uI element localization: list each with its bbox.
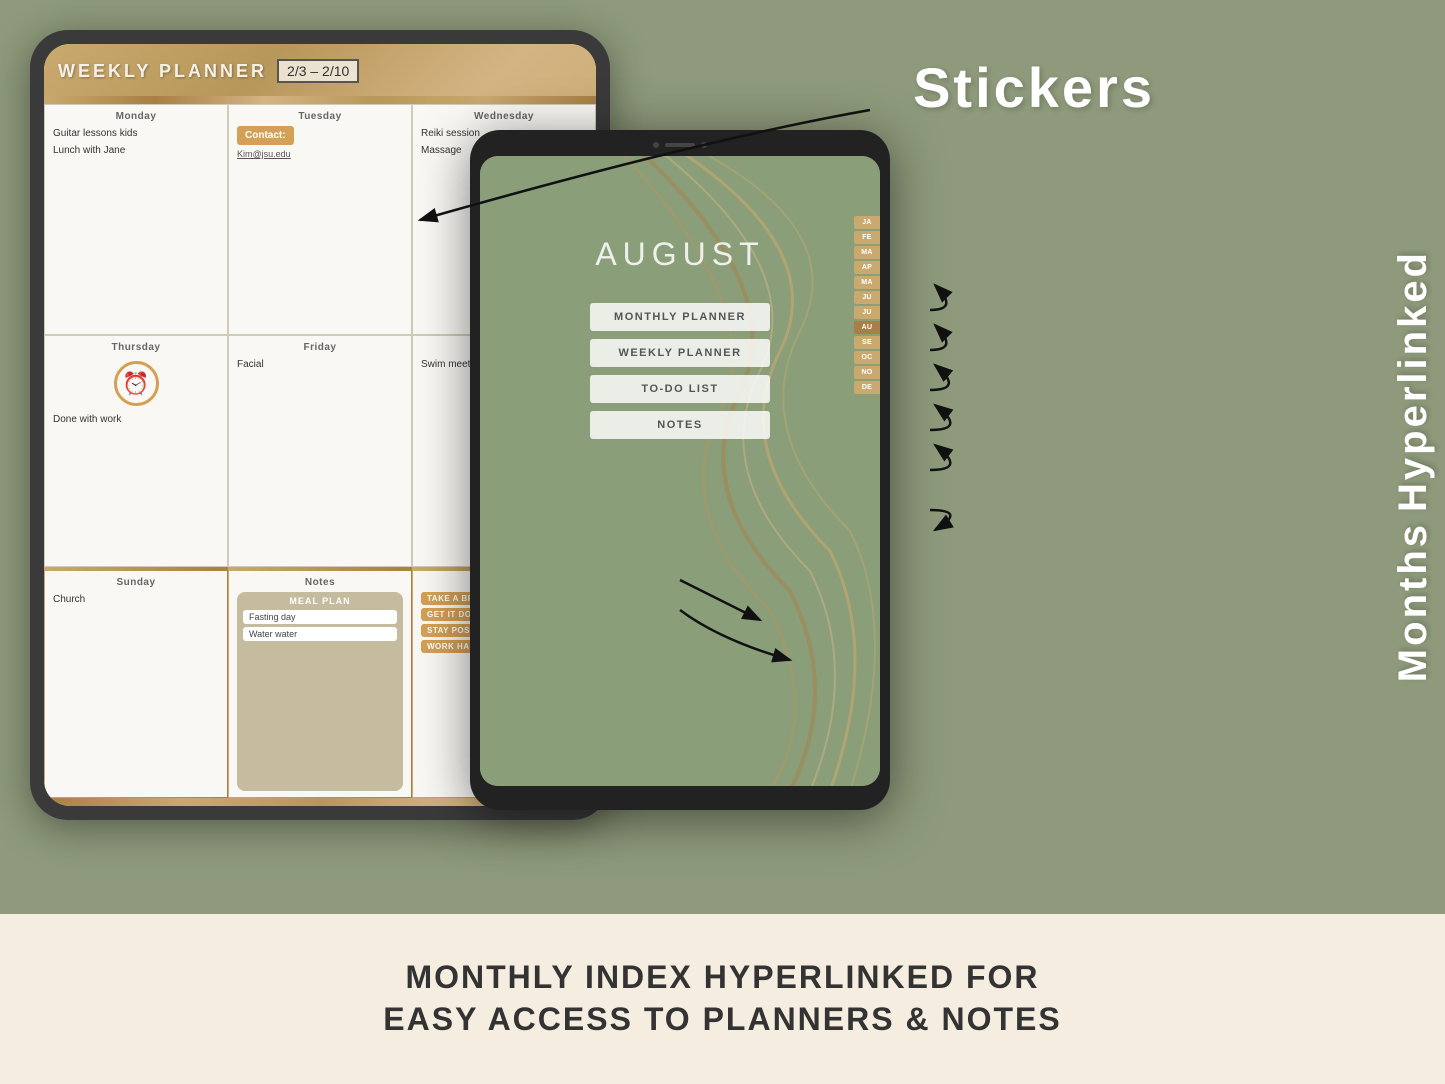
friday-item-1: Facial bbox=[237, 357, 403, 372]
nav-buttons-container: MONTHLY PLANNER WEEKLY PLANNER TO-DO LIS… bbox=[495, 303, 865, 439]
right-screen-content: AUGUST MONTHLY PLANNER WEEKLY PLANNER TO… bbox=[480, 156, 880, 786]
meal-item-2: Water water bbox=[243, 627, 397, 641]
planner-date-range: 2/3 – 2/10 bbox=[277, 59, 359, 83]
monday-cell: Monday Guitar lessons kids Lunch with Ja… bbox=[44, 104, 228, 335]
monday-item-1: Guitar lessons kids bbox=[53, 126, 219, 141]
banner-line1: MONTHLY INDEX HYPERLINKED FOR bbox=[405, 959, 1039, 995]
thursday-label: Thursday bbox=[53, 342, 219, 353]
stickers-label: Stickers bbox=[913, 55, 1155, 120]
notes-meal-label: Notes bbox=[237, 577, 403, 588]
banner-text: MONTHLY INDEX HYPERLINKED FOR EASY ACCES… bbox=[383, 957, 1061, 1040]
meal-plan-title: MEAL PLAN bbox=[243, 596, 397, 606]
sunday-item-1: Church bbox=[53, 592, 219, 607]
tuesday-label: Tuesday bbox=[237, 111, 403, 122]
banner-line2: EASY ACCESS TO PLANNERS & NOTES bbox=[383, 1001, 1061, 1037]
friday-cell: Friday Facial bbox=[228, 335, 412, 566]
friday-content: Facial bbox=[237, 357, 403, 374]
thursday-cell: Thursday ⏰ Done with work bbox=[44, 335, 228, 566]
alarm-icon: ⏰ bbox=[114, 361, 159, 406]
sunday-label: Sunday bbox=[53, 577, 219, 588]
planner-header: WEEKLY PLANNER 2/3 – 2/10 bbox=[44, 44, 596, 96]
camera-dot-2 bbox=[701, 142, 707, 148]
camera-dot bbox=[653, 142, 659, 148]
speaker-bar bbox=[665, 143, 695, 147]
contact-email: Kim@jsu.edu bbox=[237, 148, 403, 162]
nav-weekly-planner[interactable]: WEEKLY PLANNER bbox=[590, 339, 770, 367]
thursday-content: Done with work bbox=[53, 412, 219, 429]
meal-plan-box: MEAL PLAN Fasting day Water water bbox=[237, 592, 403, 791]
tablet-top-bar bbox=[480, 142, 880, 148]
nav-notes[interactable]: NOTES bbox=[590, 411, 770, 439]
hyperlinked-label: Hyperlinked bbox=[1391, 250, 1435, 512]
nav-todo-list[interactable]: TO-DO LIST bbox=[590, 375, 770, 403]
hyperlinked-months-container: Hyperlinked Months bbox=[1391, 250, 1435, 682]
tuesday-content: Contact: Kim@jsu.edu bbox=[237, 126, 403, 162]
friday-label: Friday bbox=[237, 342, 403, 353]
thursday-item-1: Done with work bbox=[53, 412, 219, 427]
nav-monthly-planner[interactable]: MONTHLY PLANNER bbox=[590, 303, 770, 331]
planner-title: WEEKLY PLANNER bbox=[58, 61, 267, 82]
monday-content: Guitar lessons kids Lunch with Jane bbox=[53, 126, 219, 160]
monday-item-2: Lunch with Jane bbox=[53, 143, 219, 158]
august-title: AUGUST bbox=[495, 236, 865, 273]
tuesday-cell: Tuesday Contact: Kim@jsu.edu bbox=[228, 104, 412, 335]
monday-label: Monday bbox=[53, 111, 219, 122]
tablet-right-screen: JA FE MA AP MA JU JU AU SE OC NO DE AUGU… bbox=[480, 156, 880, 786]
meal-item-1: Fasting day bbox=[243, 610, 397, 624]
sunday-cell: Sunday Church bbox=[44, 567, 228, 798]
bottom-banner: MONTHLY INDEX HYPERLINKED FOR EASY ACCES… bbox=[0, 914, 1445, 1084]
marble-strip-top bbox=[44, 96, 596, 104]
wednesday-label: Wednesday bbox=[421, 111, 587, 122]
tablet-right: JA FE MA AP MA JU JU AU SE OC NO DE AUGU… bbox=[470, 130, 890, 810]
contact-sticker: Contact: bbox=[237, 126, 294, 145]
notes-meal-cell: Notes MEAL PLAN Fasting day Water water bbox=[228, 567, 412, 798]
sunday-content: Church bbox=[53, 592, 219, 609]
months-label: Months bbox=[1391, 522, 1435, 682]
